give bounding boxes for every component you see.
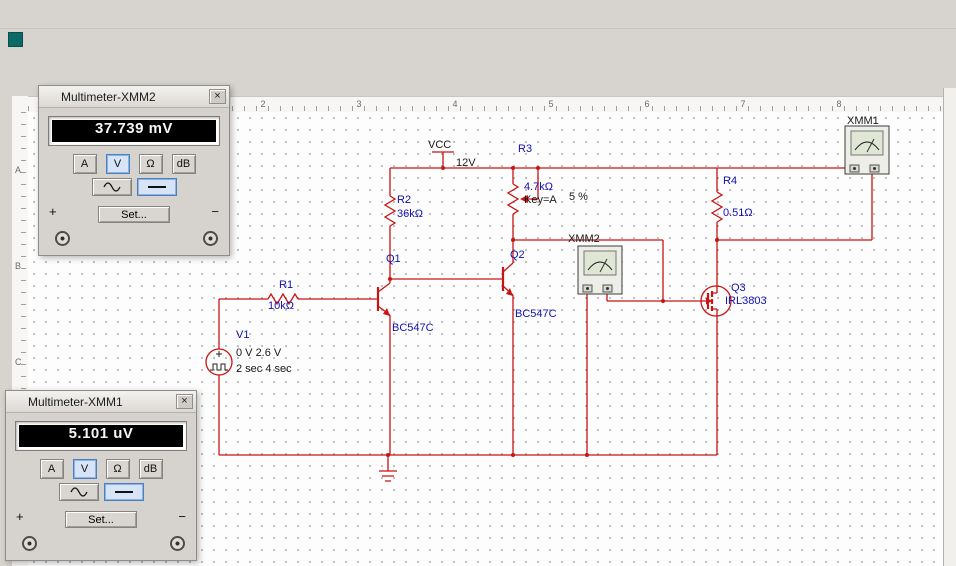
negative-terminal-jack bbox=[170, 536, 185, 551]
multimeter-reading: 5.101 uV bbox=[19, 425, 183, 447]
vertical-scrollbar[interactable] bbox=[943, 88, 956, 566]
ac-sine-icon bbox=[102, 182, 121, 192]
schematic-label[interactable]: R4 bbox=[723, 175, 737, 187]
schematic-label[interactable]: 10kΩ bbox=[268, 300, 294, 312]
schematic-label[interactable]: IRL3803 bbox=[725, 295, 767, 307]
set-button[interactable]: Set... bbox=[65, 511, 137, 528]
dc-line-icon bbox=[147, 186, 166, 188]
schematic-label[interactable]: Q1 bbox=[386, 253, 401, 265]
mode-button-row: A V Ω dB bbox=[39, 154, 229, 174]
schematic-label[interactable]: 36kΩ bbox=[397, 208, 423, 220]
schematic-label[interactable]: XMM1 bbox=[847, 115, 879, 127]
dc-mode-button[interactable] bbox=[136, 178, 177, 196]
positive-label: + bbox=[49, 204, 57, 219]
schematic-label[interactable]: 2 sec 4 sec bbox=[236, 363, 292, 375]
xmm2-instrument-icon[interactable] bbox=[577, 245, 623, 295]
schematic-label[interactable]: R3 bbox=[518, 143, 532, 155]
schematic-label[interactable]: 0.51Ω bbox=[723, 207, 753, 219]
close-icon[interactable]: × bbox=[209, 89, 226, 104]
schematic-label[interactable]: XMM2 bbox=[568, 233, 600, 245]
signal-button-row bbox=[39, 178, 229, 196]
ac-mode-button[interactable] bbox=[58, 483, 99, 501]
schematic-label[interactable]: 0 V 2.6 V bbox=[236, 347, 282, 359]
schematic-label[interactable]: BC547C bbox=[392, 322, 434, 334]
volt-mode-button[interactable]: V bbox=[72, 459, 97, 479]
terminal-row: + Set... − bbox=[16, 509, 186, 555]
window-titlebar[interactable]: Multimeter-XMM2 × bbox=[39, 86, 229, 108]
negative-label: − bbox=[211, 204, 219, 219]
negative-terminal-jack bbox=[203, 231, 218, 246]
ampere-mode-button[interactable]: A bbox=[39, 459, 64, 479]
multimeter-xmm2-window[interactable]: Multimeter-XMM2 × 37.739 mV A V Ω dB + S… bbox=[38, 85, 230, 256]
schematic-label[interactable]: R2 bbox=[397, 194, 411, 206]
terminal-row: + Set... − bbox=[49, 204, 219, 250]
ohm-mode-button[interactable]: Ω bbox=[105, 459, 130, 479]
ohm-mode-button[interactable]: Ω bbox=[138, 154, 163, 174]
multimeter-display: 37.739 mV bbox=[48, 116, 220, 146]
close-icon[interactable]: × bbox=[176, 394, 193, 409]
voltage-source-V1[interactable] bbox=[205, 348, 233, 376]
positive-label: + bbox=[16, 509, 24, 524]
mode-button-row: A V Ω dB bbox=[6, 459, 196, 479]
schematic-label[interactable]: Key=A bbox=[524, 194, 557, 206]
multimeter-reading: 37.739 mV bbox=[52, 120, 216, 142]
ac-sine-icon bbox=[69, 487, 88, 497]
window-title: Multimeter-XMM2 bbox=[61, 89, 156, 104]
schematic-label[interactable]: R1 bbox=[279, 279, 293, 291]
schematic-labels: VCC 12V R3 R2 36kΩ 4.7kΩKey=A 5 % R4 0.51Ω R1 10kΩ… bbox=[236, 115, 879, 375]
volt-mode-button[interactable]: V bbox=[105, 154, 130, 174]
schematic-label[interactable]: Q2 bbox=[510, 249, 525, 261]
schematic-label[interactable]: VCC bbox=[428, 139, 451, 151]
positive-terminal-jack bbox=[22, 536, 37, 551]
xmm1-instrument-icon[interactable] bbox=[844, 125, 890, 175]
window-titlebar[interactable]: Multimeter-XMM1 × bbox=[6, 391, 196, 413]
schematic-label[interactable]: 12V bbox=[456, 157, 476, 169]
ampere-mode-button[interactable]: A bbox=[72, 154, 97, 174]
schematic-label[interactable]: V1 bbox=[236, 329, 249, 341]
schematic-label[interactable]: 5 % bbox=[569, 191, 588, 203]
multimeter-display: 5.101 uV bbox=[15, 421, 187, 451]
multimeter-xmm1-window[interactable]: Multimeter-XMM1 × 5.101 uV A V Ω dB + Se… bbox=[5, 390, 197, 561]
window-title: Multimeter-XMM1 bbox=[28, 394, 123, 409]
schematic-label[interactable]: BC547C bbox=[515, 308, 557, 320]
db-mode-button[interactable]: dB bbox=[138, 459, 163, 479]
signal-button-row bbox=[6, 483, 196, 501]
db-mode-button[interactable]: dB bbox=[171, 154, 196, 174]
positive-terminal-jack bbox=[55, 231, 70, 246]
dc-mode-button[interactable] bbox=[103, 483, 144, 501]
schematic-label[interactable]: Q3 bbox=[731, 282, 746, 294]
schematic-label[interactable]: 4.7kΩ bbox=[524, 181, 553, 193]
negative-label: − bbox=[178, 509, 186, 524]
ac-mode-button[interactable] bbox=[91, 178, 132, 196]
set-button[interactable]: Set... bbox=[98, 206, 170, 223]
dc-line-icon bbox=[114, 491, 133, 493]
